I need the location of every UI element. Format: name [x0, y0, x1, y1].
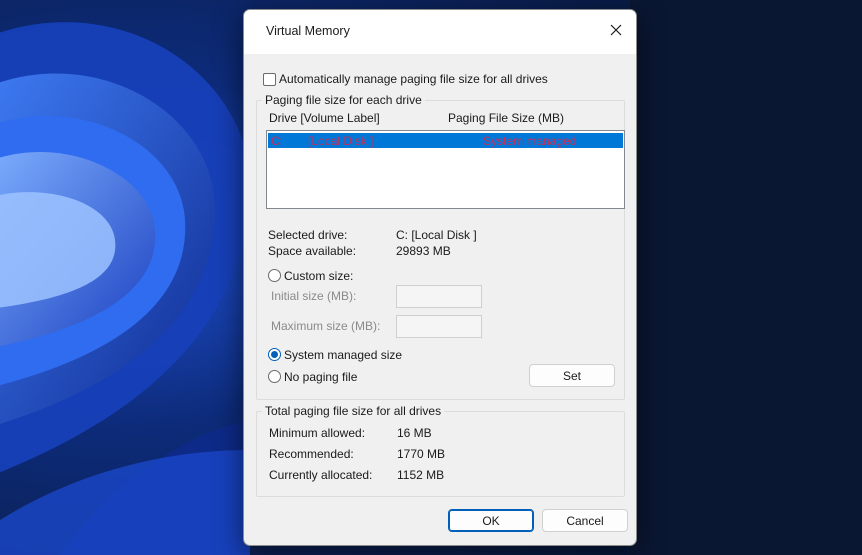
currently-allocated-label: Currently allocated: [269, 468, 373, 482]
close-button[interactable] [596, 10, 636, 50]
set-button[interactable]: Set [529, 364, 615, 387]
ok-button[interactable]: OK [448, 509, 534, 532]
minimum-allowed-label: Minimum allowed: [269, 426, 366, 440]
custom-size-label[interactable]: Custom size: [284, 269, 353, 283]
drive-listbox[interactable]: C: [Local Disk ] System managed [266, 130, 625, 209]
drive-list-row[interactable]: C: [Local Disk ] System managed [268, 133, 623, 148]
space-available-label: Space available: [268, 244, 357, 258]
cancel-button[interactable]: Cancel [542, 509, 628, 532]
minimum-allowed-value: 16 MB [397, 426, 432, 440]
column-header-drive: Drive [Volume Label] [269, 111, 380, 125]
no-paging-label[interactable]: No paging file [284, 370, 357, 384]
per-drive-group-label: Paging file size for each drive [262, 93, 425, 107]
recommended-value: 1770 MB [397, 447, 446, 461]
recommended-label: Recommended: [269, 447, 354, 461]
window-title: Virtual Memory [266, 24, 350, 38]
maximum-size-input[interactable] [396, 315, 482, 338]
system-managed-radio[interactable] [268, 348, 281, 361]
auto-manage-checkbox[interactable] [263, 73, 276, 86]
drive-volume-label: [Local Disk ] [308, 134, 374, 148]
maximum-size-label: Maximum size (MB): [271, 319, 381, 333]
virtual-memory-dialog: Virtual Memory Automatically manage pagi… [243, 9, 637, 546]
space-available-value: 29893 MB [396, 244, 451, 258]
drive-paging-size: System managed [483, 134, 577, 148]
initial-size-input[interactable] [396, 285, 482, 308]
selected-drive-value: C: [Local Disk ] [396, 228, 477, 242]
auto-manage-label[interactable]: Automatically manage paging file size fo… [279, 72, 548, 86]
selected-drive-label: Selected drive: [268, 228, 348, 242]
currently-allocated-value: 1152 MB [397, 468, 445, 482]
close-icon [610, 24, 622, 36]
no-paging-radio[interactable] [268, 370, 281, 383]
custom-size-radio[interactable] [268, 269, 281, 282]
initial-size-label: Initial size (MB): [271, 289, 357, 303]
column-header-size: Paging File Size (MB) [448, 111, 565, 125]
drive-letter: C: [271, 134, 283, 148]
totals-group-label: Total paging file size for all drives [262, 404, 445, 418]
system-managed-label[interactable]: System managed size [284, 348, 402, 362]
title-bar: Virtual Memory [244, 10, 636, 54]
